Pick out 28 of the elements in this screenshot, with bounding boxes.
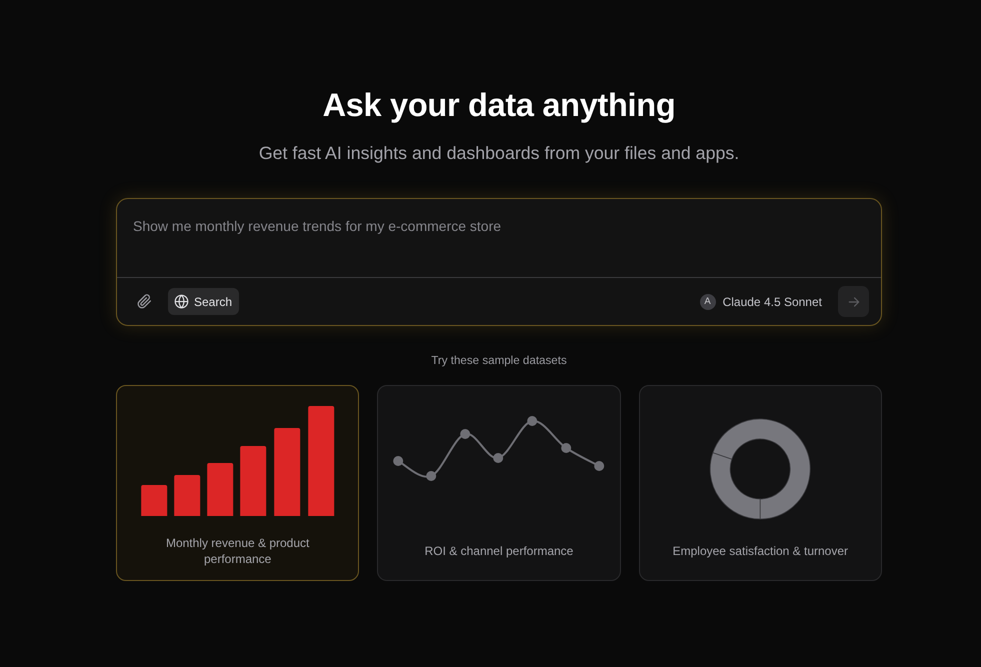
chart-bar [207, 463, 234, 516]
sample-dataset-card[interactable]: Employee satisfaction & turnover [638, 385, 882, 581]
card-label: Employee satisfaction & turnover [672, 543, 848, 559]
chart-point [562, 443, 572, 453]
globe-icon [174, 294, 189, 309]
chart-point [394, 456, 404, 466]
chart-point [494, 453, 504, 463]
prompt-box[interactable]: Show me monthly revenue trends for my e-commerce store Search A Claude 4.5 Sonnet [116, 198, 882, 326]
arrow-right-icon [846, 294, 860, 308]
paperclip-icon[interactable] [137, 294, 152, 309]
chart-bar [174, 475, 200, 516]
model-selector[interactable]: A Claude 4.5 Sonnet [700, 294, 822, 310]
sample-dataset-card[interactable]: ROI & channel performance [377, 385, 621, 581]
card-label: ROI & channel performance [424, 543, 574, 559]
chart-point [528, 416, 538, 426]
card-label: Monthly revenue & product performance [164, 535, 310, 567]
page-title: Ask your data anything [322, 86, 676, 125]
sample-dataset-card[interactable]: Monthly revenue & product performance [116, 385, 360, 581]
chart-point [426, 471, 436, 481]
model-initial-badge: A [700, 294, 716, 310]
chart-bar [141, 485, 168, 516]
search-button[interactable]: Search [168, 288, 240, 315]
chart-point [594, 461, 604, 471]
page-subtitle: Get fast AI insights and dashboards from your files and apps. [258, 142, 740, 164]
prompt-input[interactable]: Show me monthly revenue trends for my e-commerce store [117, 199, 881, 277]
chart-point [460, 429, 470, 439]
chart-bar [240, 446, 266, 516]
samples-heading: Try these sample datasets [430, 353, 568, 369]
